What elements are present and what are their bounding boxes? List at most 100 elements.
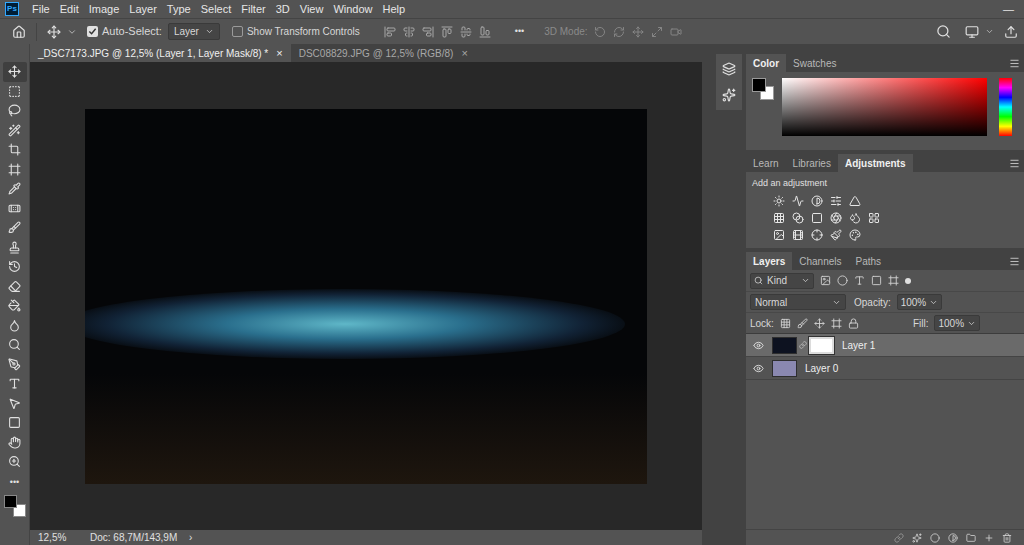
close-tab-button[interactable]: ×: [461, 45, 467, 62]
panel-tab[interactable]: Swatches: [786, 54, 843, 72]
panel-foreground-swatch[interactable]: [752, 78, 766, 92]
eraser-tool-icon[interactable]: [8, 280, 21, 293]
panel-menu-icon[interactable]: [1009, 158, 1020, 169]
selective-color-icon[interactable]: [849, 229, 861, 241]
menu-item[interactable]: Type: [162, 1, 196, 18]
home-icon[interactable]: [12, 25, 26, 39]
align-top-icon[interactable]: [384, 26, 396, 38]
delete-layer-icon[interactable]: [1002, 533, 1012, 543]
filter-toggle-icon[interactable]: [905, 278, 911, 284]
menu-item[interactable]: 3D: [271, 1, 295, 18]
layer-thumbnail[interactable]: [772, 337, 797, 354]
document-photo[interactable]: [85, 109, 647, 484]
workspace-chevron-icon[interactable]: [985, 27, 994, 36]
brush-tool-icon[interactable]: [8, 221, 21, 234]
canvas-area[interactable]: [30, 62, 702, 530]
link-layers-icon[interactable]: [894, 533, 904, 543]
type-filter-icon[interactable]: [854, 275, 865, 286]
menu-item[interactable]: Filter: [236, 1, 270, 18]
panel-tab[interactable]: Libraries: [786, 154, 838, 172]
shape-filter-icon[interactable]: [871, 275, 882, 286]
layer-name[interactable]: Layer 0: [805, 361, 838, 376]
menu-item[interactable]: Edit: [55, 1, 84, 18]
new-group-icon[interactable]: [966, 533, 976, 543]
channel-mixer-icon[interactable]: [849, 212, 861, 224]
hand-tool-icon[interactable]: [8, 436, 21, 449]
eyedropper-tool-icon[interactable]: [8, 182, 21, 195]
visibility-eye-icon[interactable]: [753, 340, 764, 351]
align-bottom-icon[interactable]: [422, 26, 434, 38]
move-tool-icon[interactable]: [8, 65, 21, 78]
scale-3d-icon[interactable]: [670, 26, 682, 38]
invert-icon[interactable]: [773, 229, 785, 241]
menu-item[interactable]: Layer: [124, 1, 162, 18]
color-swatches[interactable]: [4, 495, 26, 517]
pixel-filter-icon[interactable]: [820, 275, 831, 286]
slide-3d-icon[interactable]: [651, 26, 663, 38]
more-options[interactable]: •••: [515, 25, 524, 39]
layer-row[interactable]: Layer 0: [746, 357, 1024, 380]
lock-artboard-icon[interactable]: [831, 318, 842, 329]
type-tool-icon[interactable]: [8, 377, 21, 390]
clone-stamp-tool-icon[interactable]: [8, 241, 21, 254]
align-left-icon[interactable]: [441, 26, 453, 38]
threshold-icon[interactable]: [811, 229, 823, 241]
add-mask-icon[interactable]: [930, 533, 940, 543]
menu-item[interactable]: Window: [328, 1, 377, 18]
properties-panel-icon[interactable]: [722, 88, 736, 102]
roll-3d-icon[interactable]: [613, 26, 625, 38]
posterize-icon[interactable]: [792, 229, 804, 241]
new-layer-icon[interactable]: [984, 533, 994, 543]
crop-tool-icon[interactable]: [8, 143, 21, 156]
auto-select-checkbox[interactable]: Auto-Select:: [87, 23, 162, 40]
mask-link-icon[interactable]: [799, 341, 807, 349]
color-balance-icon[interactable]: [792, 212, 804, 224]
color-spectrum[interactable]: [782, 78, 987, 136]
layer-style-icon[interactable]: [912, 533, 922, 543]
lock-pixels-icon[interactable]: [797, 318, 808, 329]
marquee-tool-icon[interactable]: [8, 85, 21, 98]
panel-tab[interactable]: Learn: [746, 154, 786, 172]
layer-filter-dropdown[interactable]: Kind: [750, 273, 814, 289]
status-menu-arrow[interactable]: ›: [189, 530, 192, 545]
foreground-swatch[interactable]: [4, 495, 17, 508]
layer-name[interactable]: Layer 1: [842, 338, 875, 353]
align-right-icon[interactable]: [479, 26, 491, 38]
tool-preset-chevron-icon[interactable]: [67, 27, 77, 37]
pen-tool-icon[interactable]: [8, 358, 21, 371]
move-icon[interactable]: [47, 25, 61, 39]
fill-field[interactable]: 100%: [934, 315, 980, 331]
panel-menu-icon[interactable]: [1009, 256, 1020, 267]
visibility-eye-icon[interactable]: [753, 363, 764, 374]
panel-tab[interactable]: Color: [746, 54, 786, 72]
levels-icon[interactable]: [792, 195, 804, 207]
lock-transparent-icon[interactable]: [780, 318, 791, 329]
document-tab[interactable]: DSC08829.JPG @ 12,5% (RGB/8)×: [291, 44, 476, 62]
new-adjustment-icon[interactable]: [948, 533, 958, 543]
align-middle-icon[interactable]: [403, 26, 415, 38]
gradient-tool-icon[interactable]: [8, 299, 21, 312]
menu-item[interactable]: Help: [378, 1, 411, 18]
brightness-icon[interactable]: [773, 195, 785, 207]
panel-tab[interactable]: Adjustments: [838, 154, 913, 172]
menu-item[interactable]: Image: [84, 1, 125, 18]
zoom-level[interactable]: 12,5%: [38, 530, 90, 545]
align-center-icon[interactable]: [460, 26, 472, 38]
layer-mask-thumbnail[interactable]: [809, 337, 834, 354]
panel-tab[interactable]: Channels: [792, 252, 848, 270]
menu-item[interactable]: File: [27, 1, 55, 18]
hue-slider[interactable]: [999, 78, 1012, 136]
window-control[interactable]: —: [1003, 1, 1024, 18]
adjustment-filter-icon[interactable]: [837, 275, 848, 286]
target-dropdown[interactable]: Layer: [168, 23, 220, 40]
dodge-tool-icon[interactable]: [8, 338, 21, 351]
curves-icon[interactable]: [811, 195, 823, 207]
black-white-icon[interactable]: [811, 212, 823, 224]
panel-tab[interactable]: Paths: [849, 252, 889, 270]
history-brush-tool-icon[interactable]: [8, 260, 21, 273]
panel-menu-icon[interactable]: [1009, 58, 1020, 69]
menu-item[interactable]: View: [295, 1, 329, 18]
rectangle-tool-icon[interactable]: [8, 416, 21, 429]
layer-row[interactable]: Layer 1: [746, 334, 1024, 357]
blend-mode-dropdown[interactable]: Normal: [750, 294, 846, 310]
